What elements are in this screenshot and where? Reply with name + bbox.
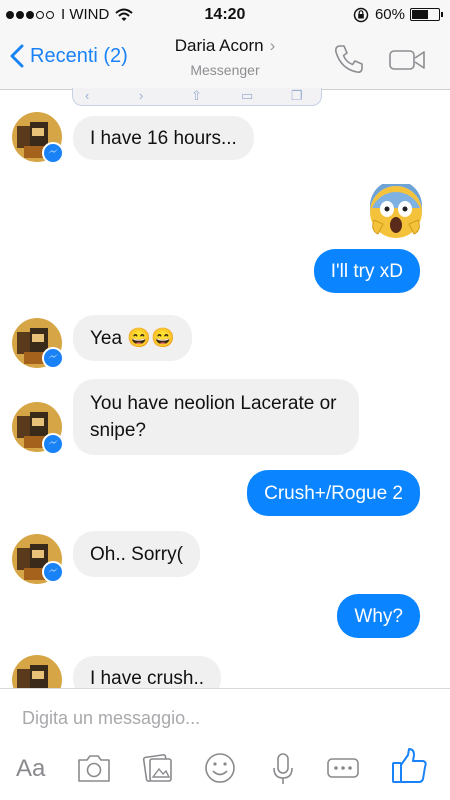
microphone-icon[interactable] [270, 751, 296, 787]
smiley-icon[interactable] [203, 751, 237, 785]
chevron-right-icon: › [269, 36, 276, 55]
message-composer: Digita un messaggio... Aa [0, 688, 450, 800]
message-bubble-incoming[interactable]: You have neolion Lacerate or snipe? [73, 379, 359, 455]
messenger-badge-icon [42, 347, 64, 369]
back-label: Recenti (2) [30, 44, 128, 67]
status-bar: I WIND 14:20 60% [0, 0, 450, 30]
camera-icon[interactable] [76, 751, 112, 785]
rotation-lock-icon [353, 7, 369, 22]
composer-toolbar: Aa [0, 747, 450, 791]
battery-level [412, 10, 428, 19]
messenger-badge-icon [42, 561, 64, 583]
screaming-face-icon [370, 180, 422, 238]
message-bubble-incoming[interactable]: I have crush.. [73, 656, 222, 688]
message-bubble-outgoing[interactable]: Why? [337, 594, 420, 638]
status-right: 60% [353, 6, 443, 23]
back-chevron-icon [10, 44, 24, 68]
thumbs-up-icon[interactable] [390, 747, 430, 785]
message-input[interactable]: Digita un messaggio... [22, 708, 200, 729]
message-bubble-incoming[interactable]: I have 16 hours... [73, 116, 254, 160]
conversation-header: Recenti (2) Daria Acorn › Messenger [0, 30, 450, 90]
back-button[interactable]: Recenti (2) [10, 44, 128, 68]
video-camera-icon[interactable] [388, 48, 428, 72]
avatar[interactable] [12, 655, 62, 688]
message-bubble-incoming[interactable]: Yea 😄😄 [73, 315, 192, 361]
more-icon[interactable] [325, 751, 361, 785]
gallery-icon[interactable] [142, 751, 174, 785]
message-list[interactable]: I have 16 hours... I'll try xD Yea 😄😄 Yo… [0, 90, 450, 688]
messenger-badge-icon [42, 433, 64, 455]
contact-subtitle: Messenger [190, 62, 260, 78]
contact-name: Daria Acorn [174, 36, 264, 55]
contact-title[interactable]: Daria Acorn › Messenger [140, 36, 310, 78]
message-bubble-incoming[interactable]: Oh.. Sorry( [73, 531, 200, 577]
message-bubble-outgoing[interactable]: Crush+/Rogue 2 [247, 470, 420, 516]
battery-icon [410, 8, 443, 21]
message-bubble-outgoing[interactable]: I'll try xD [313, 249, 420, 293]
messenger-badge-icon [42, 142, 64, 164]
battery-percent: 60% [374, 6, 405, 23]
message-emoji-outgoing[interactable] [368, 180, 424, 245]
phone-icon[interactable] [332, 42, 366, 76]
text-size-button[interactable]: Aa [16, 755, 45, 783]
